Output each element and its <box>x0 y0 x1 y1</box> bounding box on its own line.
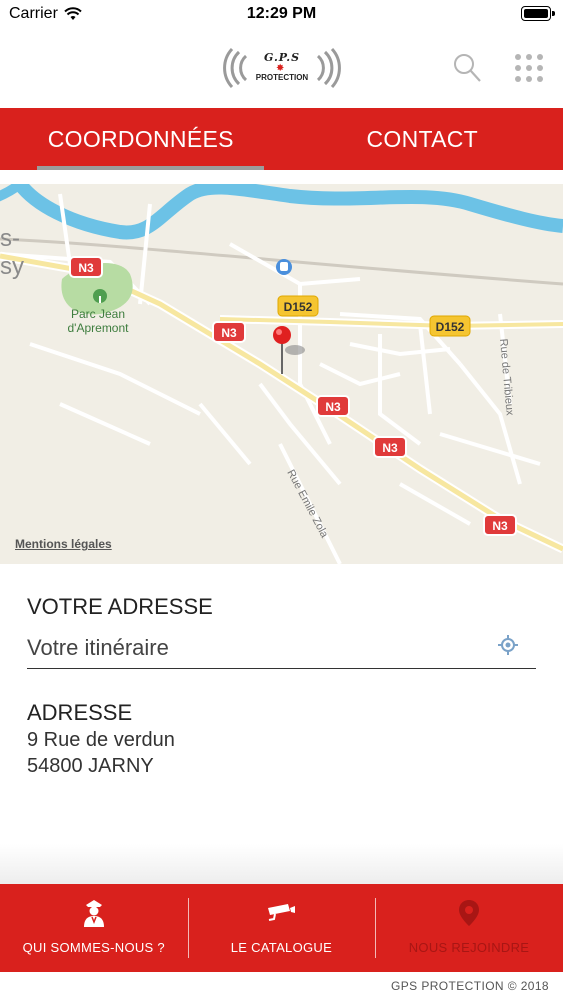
nav-join-us[interactable]: NOUS REJOINDRE <box>375 884 563 972</box>
locate-me-icon[interactable] <box>498 635 518 655</box>
road-badge-n3: N3 <box>69 256 103 278</box>
route-input-underline <box>27 668 536 669</box>
bottom-nav: QUI SOMMES-NOUS ? LE CATALOGUE NOUS REJO… <box>0 884 563 972</box>
nav-catalogue-label: LE CATALOGUE <box>230 940 333 955</box>
address-section: VOTRE ADRESSE ADRESSE 9 Rue de verdun 54… <box>0 564 563 884</box>
map-canvas: Parc Jean d'Apremont s- sy N3 N3 N3 N3 N… <box>0 184 563 564</box>
copyright-text: GPS PROTECTION © 2018 <box>391 979 549 993</box>
street-label-emile-zola: Rue Emile Zola <box>284 468 330 541</box>
app-logo[interactable]: G.P.S ✸ PROTECTION <box>222 48 342 88</box>
battery-icon <box>521 6 555 21</box>
grid-menu-icon[interactable] <box>514 52 544 84</box>
tab-coordonnees[interactable]: COORDONNÉES <box>0 108 282 170</box>
status-bar: Carrier 12:29 PM <box>0 0 563 30</box>
road-badge-n3: N3 <box>212 321 246 343</box>
nav-join-us-label: NOUS REJOINDRE <box>408 940 530 955</box>
tab-bar: COORDONNÉES CONTACT <box>0 108 563 170</box>
svg-text:N3: N3 <box>492 519 508 533</box>
road-badge-d152: D152 <box>429 315 471 337</box>
search-icon[interactable] <box>452 52 482 84</box>
svg-text:D152: D152 <box>436 320 465 334</box>
route-input[interactable] <box>27 630 487 666</box>
route-section-title: VOTRE ADRESSE <box>27 594 213 619</box>
app-header: G.P.S ✸ PROTECTION <box>0 30 563 108</box>
svg-text:N3: N3 <box>221 326 237 340</box>
svg-text:D152: D152 <box>284 300 313 314</box>
park-name-line1: Parc Jean <box>71 307 125 321</box>
place-fragment-1: s- <box>0 225 20 252</box>
address-city: 54800 JARNY <box>27 755 154 777</box>
legal-mentions-link[interactable]: Mentions légales <box>15 537 112 551</box>
logo-protection-text: PROTECTION <box>255 73 309 82</box>
road-badge-d152: D152 <box>277 295 319 317</box>
place-fragment-2: sy <box>0 253 24 280</box>
street-label-tribieux: Rue de Tribieux <box>497 338 516 416</box>
train-station-icon <box>276 259 292 275</box>
road-badge-n3: N3 <box>373 436 407 458</box>
road-badge-n3: N3 <box>483 514 517 536</box>
status-time: 12:29 PM <box>246 5 317 22</box>
camera-icon <box>268 904 296 921</box>
nav-about-us-label: QUI SOMMES-NOUS ? <box>22 940 165 955</box>
map-view[interactable]: Parc Jean d'Apremont s- sy N3 N3 N3 N3 N… <box>0 184 563 564</box>
footer: GPS PROTECTION © 2018 <box>0 972 563 1000</box>
guard-icon <box>83 900 104 927</box>
nav-catalogue[interactable]: LE CATALOGUE <box>187 884 376 972</box>
svg-text:N3: N3 <box>78 261 94 275</box>
svg-text:N3: N3 <box>382 441 398 455</box>
road-badge-n3: N3 <box>316 395 350 417</box>
svg-text:N3: N3 <box>325 400 341 414</box>
map-pin-icon <box>458 900 479 926</box>
scroll-fade <box>0 844 563 884</box>
address-street: 9 Rue de verdun <box>27 729 175 751</box>
park-name-line2: d'Apremont <box>68 321 130 335</box>
nav-about-us[interactable]: QUI SOMMES-NOUS ? <box>0 884 188 972</box>
address-label: ADRESSE <box>27 700 133 725</box>
tab-contact[interactable]: CONTACT <box>282 108 563 170</box>
